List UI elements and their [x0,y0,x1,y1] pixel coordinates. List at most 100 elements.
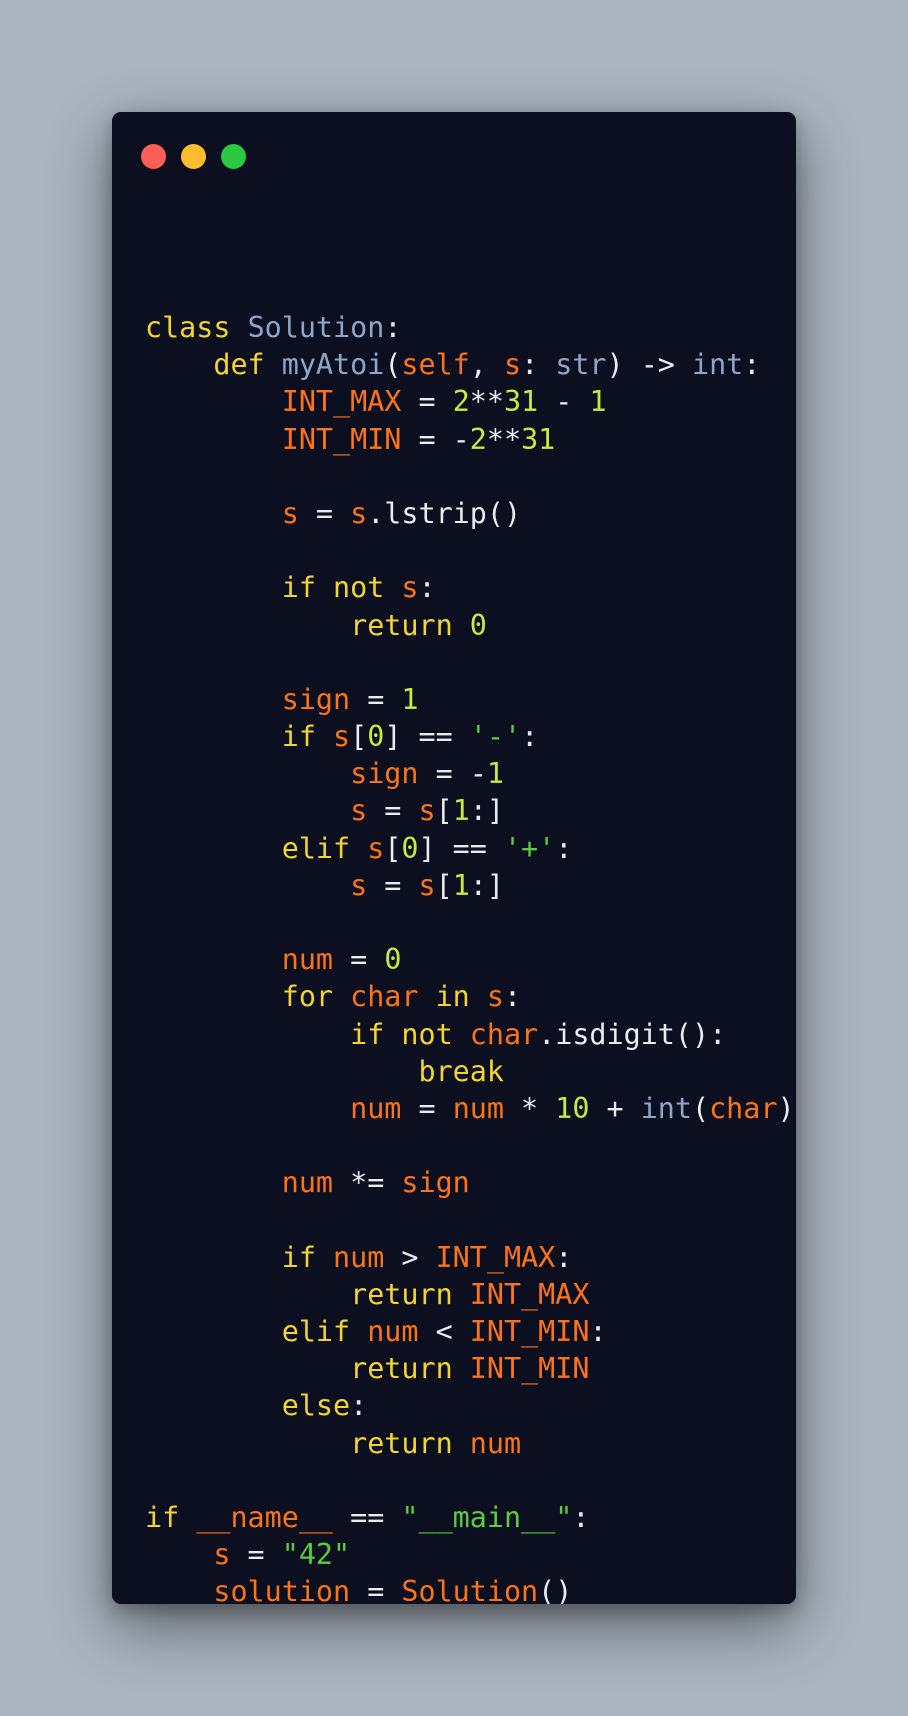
code-token: num [281,1166,334,1200]
code-token: 10 [555,1091,590,1125]
code-token: = [350,1575,402,1604]
code-line: if s[0] == '-': [145,718,795,755]
code-line: num = num * 10 + int(char) [145,1090,795,1127]
code-token: '+' [503,831,556,865]
code-token: INT_MIN [469,1352,590,1386]
code-line: INT_MAX = 2**31 - 1 [145,383,795,420]
code-token: .isdigit(): [538,1017,727,1051]
code-token: = [367,794,419,828]
code-token: INT_MAX [469,1277,590,1311]
code-token: __name__ [196,1501,334,1534]
code-token: else [281,1389,351,1423]
code-line: for char in s: [145,978,795,1015]
code-token: in [418,980,487,1014]
code-token: : [555,831,573,865]
code-token: = [298,496,351,530]
code-token: s [486,980,504,1014]
code-token: = - [418,757,487,791]
code-line: s = s[1:] [145,792,795,829]
code-token: int [640,1091,692,1125]
code-line: s = "42" [145,1536,795,1573]
code-token: : [503,980,522,1014]
code-token: return [350,1352,470,1386]
code-block: class Solution: def myAtoi(self, s: str)… [145,309,795,1604]
code-token: : [572,1501,590,1534]
code-token: self [401,348,470,382]
code-line: num *= sign [145,1164,795,1201]
code-token: INT_MIN [469,1315,590,1349]
code-token: if [281,1240,334,1274]
code-token: :] [469,868,504,902]
code-token: elif [281,831,368,865]
code-token: num [350,1091,402,1125]
code-token: [ [350,720,368,754]
code-token: : [555,1240,573,1274]
close-icon[interactable] [141,144,166,169]
code-token: if not [350,1017,470,1051]
code-token: 2 [469,422,487,456]
minimize-icon[interactable] [181,144,206,169]
code-token: = [401,1091,453,1125]
code-token: + [589,1091,641,1125]
code-token: 31 [521,422,556,456]
code-token: s [503,348,522,382]
code-token: def [213,348,282,382]
code-token: break [418,1054,504,1088]
window-titlebar [112,112,796,192]
code-token: int [692,348,744,382]
code-line: sign = 1 [145,681,795,718]
code-line: def myAtoi(self, s: str) -> int: [145,346,795,383]
code-token: ** [469,385,504,419]
maximize-icon[interactable] [221,144,246,169]
code-token: sign [350,757,419,791]
code-token: 1 [589,385,607,419]
code-token: :] [469,794,504,828]
code-token: = - [401,422,470,456]
code-token: = [367,868,419,902]
code-token: s [213,1538,231,1572]
code-token: < [418,1315,470,1349]
code-line: s = s.lstrip() [145,495,795,532]
code-token: char [350,980,419,1014]
code-token: : [743,348,761,382]
code-token: ) [777,1091,795,1125]
code-token: == [333,1501,402,1534]
code-token: 0 [367,720,385,754]
code-line: elif num < INT_MIN: [145,1313,795,1350]
code-token: 0 [469,608,487,642]
code-token: ( [692,1091,710,1125]
code-token: sign [401,1166,470,1200]
code-token: ** [486,422,522,456]
code-line: INT_MIN = -2**31 [145,421,795,458]
code-token: ] == [418,831,504,865]
code-token: s [418,794,436,828]
code-token: s [350,794,368,828]
code-token: ] == [384,720,470,754]
code-token: 1 [452,794,470,828]
code-token: s [333,720,351,754]
code-line: if not char.isdigit(): [145,1016,795,1053]
code-token: = [333,943,385,977]
code-token: , [469,348,504,382]
code-token: [ [384,831,402,865]
code-line: solution = Solution() [145,1573,795,1604]
code-token: * [503,1091,556,1125]
code-token: 0 [384,943,402,977]
code-token: s [350,868,368,902]
